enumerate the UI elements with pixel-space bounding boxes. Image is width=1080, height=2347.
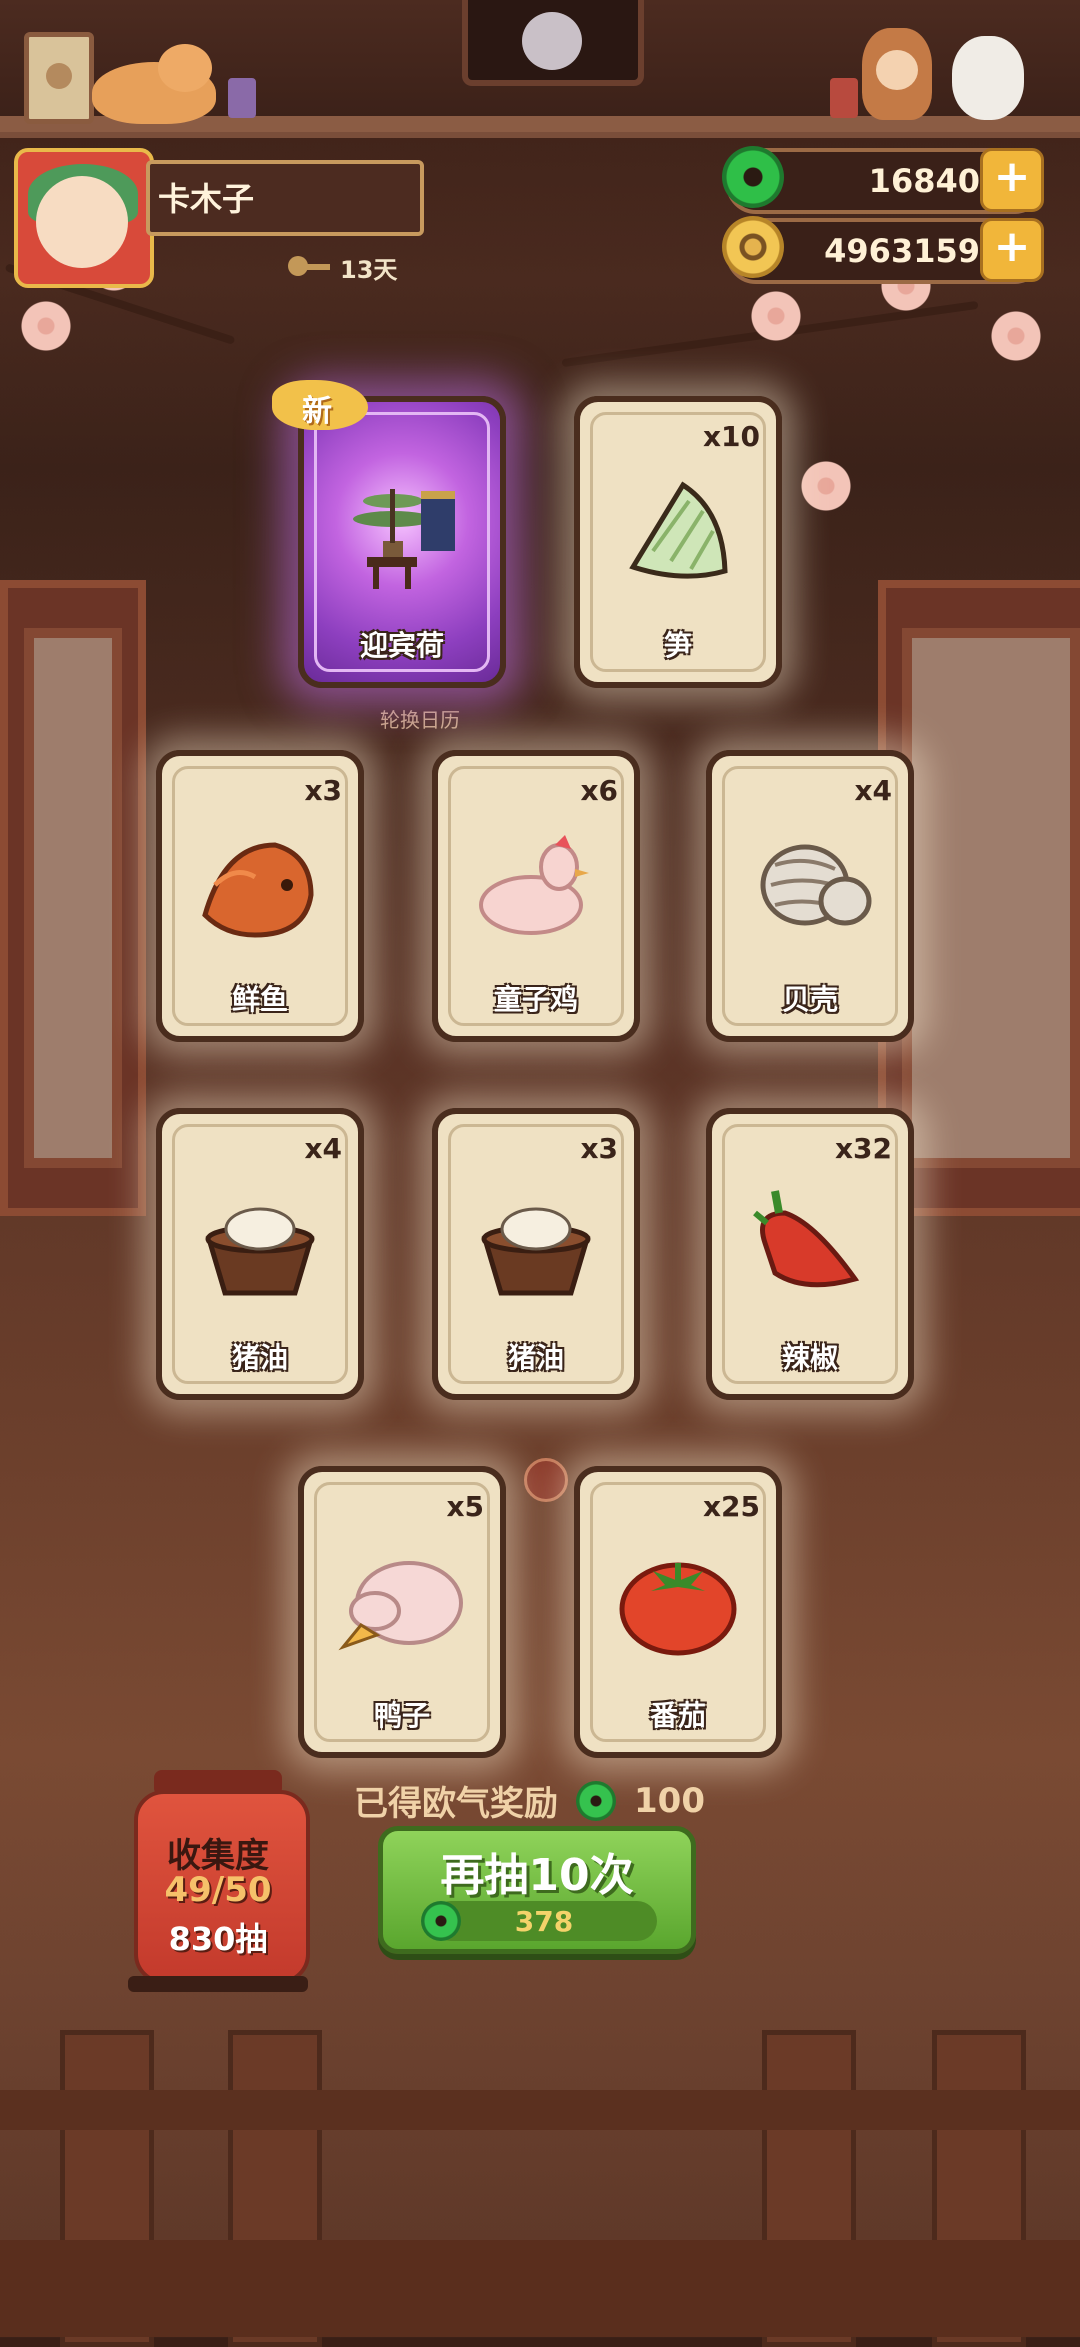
duck-icon	[337, 1541, 467, 1661]
reward-card[interactable]: x6 童子鸡	[432, 750, 640, 1042]
card-face: x5 鸭子	[298, 1466, 506, 1758]
card-face: x25 番茄	[574, 1466, 782, 1758]
lard-icon	[195, 1183, 325, 1303]
left-window-lattice	[0, 580, 146, 1216]
blossom-icon	[990, 310, 1042, 362]
rotate-calendar-label: 轮换日历	[380, 708, 460, 732]
new-badge-icon: 新	[272, 370, 382, 440]
card-item-name: 童子鸡	[493, 983, 578, 1016]
purple-jar-icon	[228, 78, 256, 118]
reward-card[interactable]: 迎宾荷 新	[272, 380, 506, 688]
elder-portrait-icon	[462, 0, 644, 86]
add-coins-button[interactable]: +	[980, 218, 1044, 282]
reward-card[interactable]: x4 贝壳	[706, 750, 914, 1042]
card-item-name: 辣椒	[781, 1341, 838, 1374]
total-draws: 830抽	[168, 1920, 268, 1958]
card-count: x10	[702, 420, 760, 453]
card-item-name: 猪油	[231, 1341, 288, 1374]
chicken-icon	[471, 825, 601, 945]
coin-currency-bar: 4963159 +	[722, 216, 1044, 284]
days-count: 13天	[340, 256, 398, 284]
lard-icon	[471, 1183, 601, 1303]
card-item-name: 贝壳	[781, 983, 838, 1016]
login-days: 13天	[288, 250, 397, 285]
card-item-name: 迎宾荷	[359, 629, 444, 662]
jade-icon	[576, 1780, 616, 1821]
luck-bonus-label: 已得欧气奖励	[354, 1784, 558, 1824]
jade-amount: 16840	[868, 162, 980, 200]
bamboo-shoot-icon	[613, 471, 743, 591]
card-face: x3 鲜鱼	[156, 750, 364, 1042]
coin-icon	[722, 216, 784, 278]
reward-card[interactable]: x3 鲜鱼	[156, 750, 364, 1042]
floor-rail	[0, 2090, 1080, 2130]
chili-icon	[745, 1183, 875, 1303]
card-count: x32	[834, 1132, 892, 1165]
reward-card[interactable]: x4 猪油	[156, 1108, 364, 1400]
card-item-name: 笋	[663, 629, 692, 662]
add-jade-button[interactable]: +	[980, 148, 1044, 212]
floor	[0, 2240, 1080, 2337]
card-face: x4 猪油	[156, 1108, 364, 1400]
card-item-name: 猪油	[507, 1341, 564, 1374]
fish-icon	[195, 825, 325, 945]
reward-card[interactable]: x3 猪油	[432, 1108, 640, 1400]
top-shelf	[0, 0, 1080, 138]
draw-again-button[interactable]: 再抽10次 378	[378, 1826, 696, 1954]
card-count: x4	[854, 774, 892, 807]
red-jar-icon	[830, 78, 858, 118]
blossom-icon	[750, 290, 802, 342]
card-face: x32 辣椒	[706, 1108, 914, 1400]
blossom-icon	[20, 300, 72, 352]
card-count: x3	[304, 774, 342, 807]
card-item-name: 番茄	[649, 1699, 706, 1732]
card-face: x3 猪油	[432, 1108, 640, 1400]
blossom-icon	[800, 460, 852, 512]
jade-icon	[722, 146, 784, 208]
orange-cat-icon	[92, 44, 216, 124]
center-knob	[524, 1458, 568, 1502]
collection-lantern[interactable]: 收集度 49/50 830抽	[128, 1770, 310, 1992]
card-count: x5	[446, 1490, 484, 1523]
card-count: x3	[580, 1132, 618, 1165]
white-cat-icon	[952, 36, 1024, 120]
chef-girl-icon	[862, 28, 932, 120]
card-count: x4	[304, 1132, 342, 1165]
card-count: x6	[580, 774, 618, 807]
card-face: x10 笋	[574, 396, 782, 688]
draw-cost-value: 378	[514, 1905, 574, 1938]
draw-again-label: 再抽10次	[440, 1850, 634, 1901]
collection-progress: 49/50	[164, 1870, 272, 1910]
tomato-icon	[613, 1541, 743, 1661]
luck-bonus: 已得欧气奖励 100	[354, 1776, 705, 1825]
coin-amount: 4963159	[824, 232, 980, 270]
clam-icon	[745, 825, 875, 945]
player-name: 卡木子	[158, 180, 255, 218]
wall-sign-icon	[24, 32, 94, 124]
player-avatar[interactable]	[14, 148, 154, 288]
key-icon	[288, 252, 330, 284]
reward-card[interactable]: x5 鸭子	[298, 1466, 506, 1758]
card-face: x6 童子鸡	[432, 750, 640, 1042]
draw-cost: 378	[421, 1901, 657, 1941]
card-count: x25	[702, 1490, 760, 1523]
card-face: x4 贝壳	[706, 750, 914, 1042]
luck-bonus-value: 100	[634, 1780, 705, 1821]
reward-card[interactable]: x32 辣椒	[706, 1108, 914, 1400]
player-name-box: 卡木子	[146, 160, 424, 236]
card-item-name: 鲜鱼	[231, 983, 288, 1016]
bonsai-altar-icon	[337, 471, 467, 591]
new-badge-label: 新	[302, 394, 332, 429]
reward-card[interactable]: x25 番茄	[574, 1466, 782, 1758]
card-item-name: 鸭子	[373, 1699, 430, 1732]
jade-currency-bar: 16840 +	[722, 146, 1044, 214]
reward-card[interactable]: x10 笋	[574, 396, 782, 688]
